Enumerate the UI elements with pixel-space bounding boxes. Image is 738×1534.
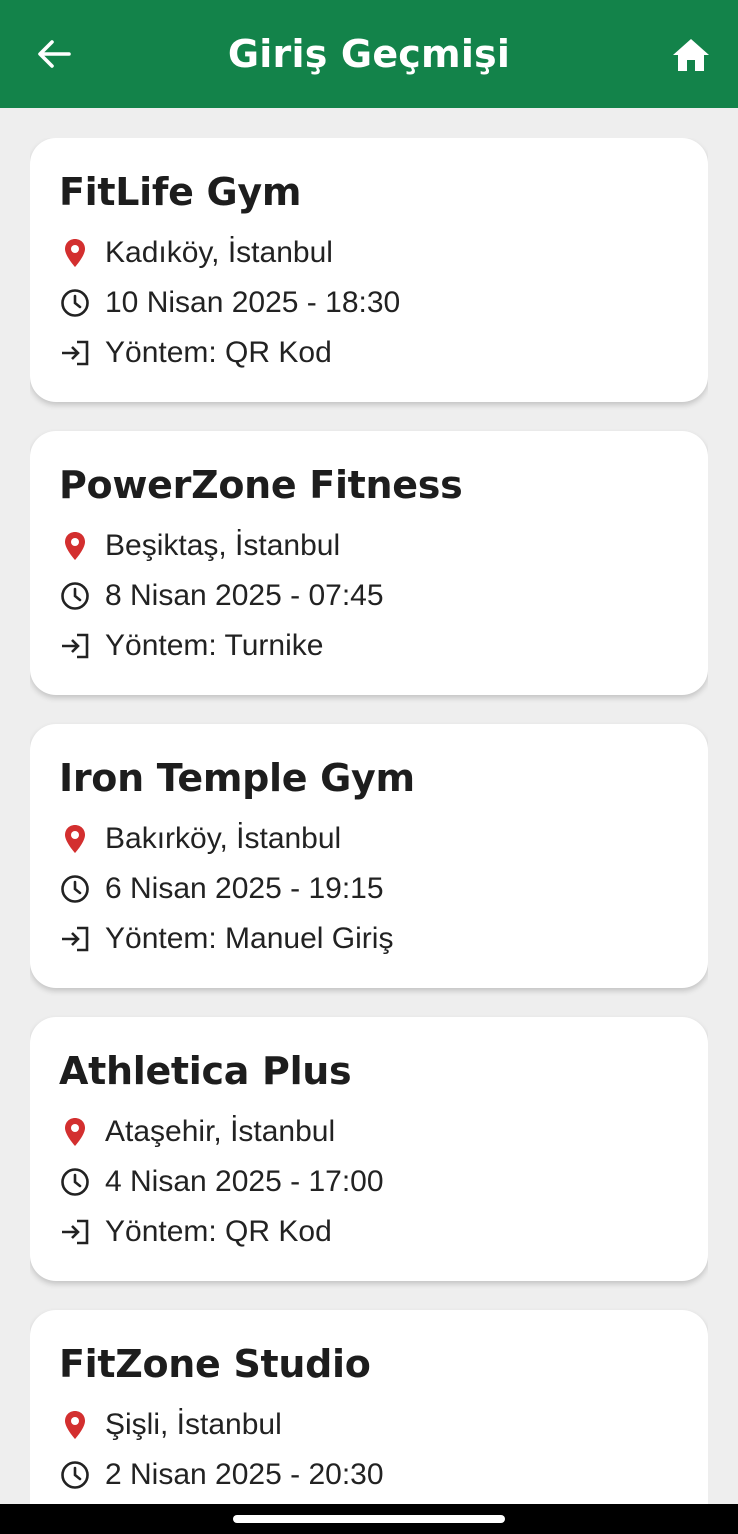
datetime-row: 4 Nisan 2025 - 17:00 <box>59 1157 680 1207</box>
clock-icon <box>59 1166 91 1198</box>
entry-card[interactable]: PowerZone Fitness Beşiktaş, İstanbul 8 N… <box>30 431 708 695</box>
location-text: Şişli, İstanbul <box>105 1408 282 1441</box>
gym-name: Athletica Plus <box>59 1049 352 1093</box>
clock-icon <box>59 580 91 612</box>
clock-icon <box>59 1459 91 1491</box>
entry-card[interactable]: FitZone Studio Şişli, İstanbul 2 Nisan 2… <box>30 1310 708 1504</box>
entry-card[interactable]: Athletica Plus Ataşehir, İstanbul 4 Nisa… <box>30 1017 708 1281</box>
datetime-row: 10 Nisan 2025 - 18:30 <box>59 278 680 328</box>
login-icon <box>59 1216 91 1248</box>
datetime-row: 8 Nisan 2025 - 07:45 <box>59 571 680 621</box>
datetime-text: 10 Nisan 2025 - 18:30 <box>105 286 401 319</box>
datetime-row: 6 Nisan 2025 - 19:15 <box>59 864 680 914</box>
home-indicator[interactable] <box>233 1515 505 1523</box>
gym-name: PowerZone Fitness <box>59 463 463 507</box>
home-button[interactable] <box>670 34 712 76</box>
gym-name: Iron Temple Gym <box>59 756 415 800</box>
app-bar: Giriş Geçmişi <box>0 0 738 108</box>
gym-name: FitLife Gym <box>59 170 302 214</box>
datetime-text: 8 Nisan 2025 - 07:45 <box>105 579 384 612</box>
location-text: Beşiktaş, İstanbul <box>105 529 341 562</box>
method-row: Yöntem: QR Kod <box>59 1207 680 1257</box>
datetime-row: 2 Nisan 2025 - 20:30 <box>59 1450 680 1500</box>
location-row: Ataşehir, İstanbul <box>59 1107 680 1157</box>
method-row: Yöntem: Manuel Giriş <box>59 914 680 964</box>
gym-name: FitZone Studio <box>59 1342 371 1386</box>
method-text: Yöntem: Turnike <box>105 629 324 662</box>
location-row: Bakırköy, İstanbul <box>59 814 680 864</box>
location-pin-icon <box>59 237 91 269</box>
entry-card[interactable]: Iron Temple Gym Bakırköy, İstanbul 6 Nis… <box>30 724 708 988</box>
page-title: Giriş Geçmişi <box>227 32 511 76</box>
location-pin-icon <box>59 1116 91 1148</box>
location-pin-icon <box>59 530 91 562</box>
back-button[interactable] <box>34 34 74 74</box>
location-row: Kadıköy, İstanbul <box>59 228 680 278</box>
method-text: Yöntem: QR Kod <box>105 1215 332 1248</box>
login-icon <box>59 923 91 955</box>
datetime-text: 2 Nisan 2025 - 20:30 <box>105 1458 384 1491</box>
location-text: Bakırköy, İstanbul <box>105 822 342 855</box>
method-row: Yöntem: Turnike <box>59 621 680 671</box>
clock-icon <box>59 287 91 319</box>
location-text: Kadıköy, İstanbul <box>105 236 333 269</box>
location-row: Beşiktaş, İstanbul <box>59 521 680 571</box>
clock-icon <box>59 873 91 905</box>
location-pin-icon <box>59 823 91 855</box>
login-icon <box>59 630 91 662</box>
location-text: Ataşehir, İstanbul <box>105 1115 336 1148</box>
entry-list: FitLife Gym Kadıköy, İstanbul 10 Nisan 2… <box>30 138 708 1504</box>
arrow-left-icon <box>38 40 71 68</box>
method-text: Yöntem: QR Kod <box>105 336 332 369</box>
entry-card[interactable]: FitLife Gym Kadıköy, İstanbul 10 Nisan 2… <box>30 138 708 402</box>
method-row: Yöntem: QR Kod <box>59 328 680 378</box>
location-pin-icon <box>59 1409 91 1441</box>
method-text: Yöntem: Manuel Giriş <box>105 922 394 955</box>
location-row: Şişli, İstanbul <box>59 1400 680 1450</box>
login-icon <box>59 337 91 369</box>
datetime-text: 4 Nisan 2025 - 17:00 <box>105 1165 384 1198</box>
home-icon <box>673 39 709 71</box>
datetime-text: 6 Nisan 2025 - 19:15 <box>105 872 384 905</box>
